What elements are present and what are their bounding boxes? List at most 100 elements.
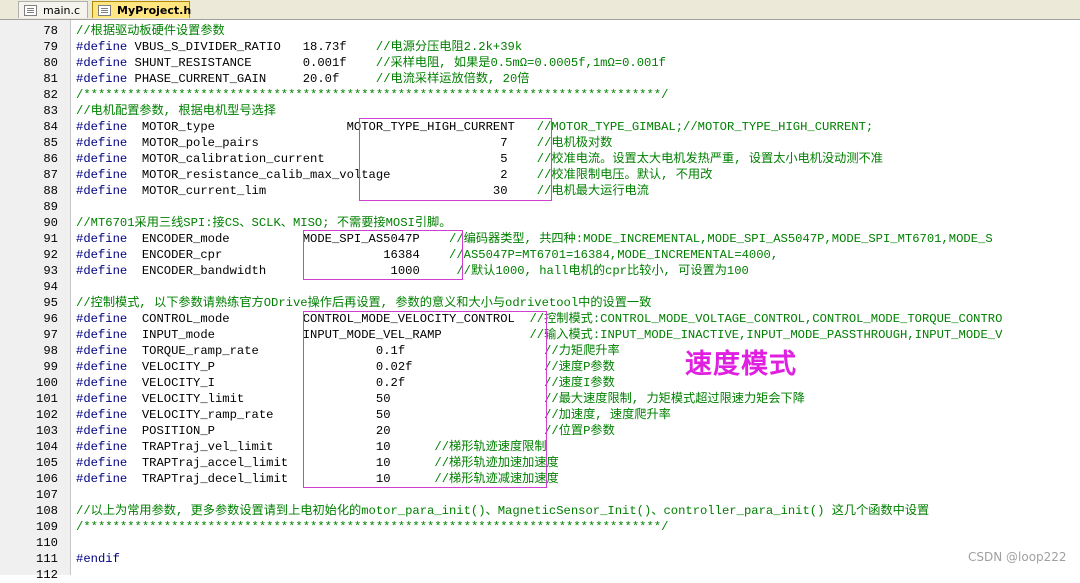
code-token: /***************************************…	[76, 88, 669, 102]
code-text: //控制模式, 以下参数请熟练官方ODrive操作后再设置, 参数的意义和大小与…	[76, 295, 651, 311]
code-token: //MT6701采用三线SPI:接CS、SCLK、MISO; 不需要接MOSI引…	[76, 216, 452, 230]
code-token: #define	[76, 360, 128, 374]
code-token: 0.001f	[302, 56, 347, 70]
line-number: 104	[36, 440, 58, 454]
line-number: 98	[43, 344, 58, 358]
code-line[interactable]: 109 /************************************…	[0, 519, 1080, 535]
code-line[interactable]: 92 #define ENCODER_cpr 16384 //AS5047P=MT…	[0, 247, 1080, 263]
code-token: #define	[76, 312, 128, 326]
code-token: VBUS_S_DIVIDER_RATIO	[127, 40, 303, 54]
code-text: #define VBUS_S_DIVIDER_RATIO 18.73f //电源…	[76, 39, 522, 55]
code-text: /***************************************…	[76, 87, 668, 103]
line-number: 109	[36, 520, 58, 534]
code-token: #define	[76, 376, 128, 390]
code-token: #define	[76, 392, 128, 406]
code-token: #define	[76, 328, 128, 342]
tab-label: main.c	[43, 4, 81, 17]
code-line[interactable]: 112	[0, 567, 1080, 583]
code-line[interactable]: 82 /*************************************…	[0, 87, 1080, 103]
code-text: /***************************************…	[76, 519, 668, 535]
code-editor[interactable]: 78 //根据驱动板硬件设置参数 79 #define VBUS_S_DIVIDER_…	[0, 20, 1080, 582]
code-token: #define	[76, 120, 128, 134]
code-token: //采样电阻, 如果是0.5mΩ=0.0005f,1mΩ=0.001f	[346, 56, 666, 70]
code-line[interactable]: 81 #define PHASE_CURRENT_GAIN 20.0f //电流采…	[0, 71, 1080, 87]
code-token: #define	[76, 456, 128, 470]
highlight-box-motor-params	[359, 118, 552, 201]
line-number: 106	[36, 472, 58, 486]
code-line[interactable]: 89	[0, 199, 1080, 215]
code-token: #define	[76, 344, 128, 358]
code-text: //以上为常用参数, 更多参数设置请到上电初始化的motor_para_init…	[76, 503, 929, 519]
code-line[interactable]: 78 //根据驱动板硬件设置参数	[0, 23, 1080, 39]
line-number: 86	[43, 152, 58, 166]
line-number: 103	[36, 424, 58, 438]
file-icon	[24, 5, 37, 16]
tab-myproject-h[interactable]: MyProject.h	[92, 1, 191, 18]
code-line[interactable]: 111 #endif	[0, 551, 1080, 567]
editor-tab-bar: main.c MyProject.h	[0, 0, 1080, 20]
code-text: //电机配置参数, 根据电机型号选择	[76, 103, 276, 119]
tab-main-c[interactable]: main.c	[18, 1, 88, 18]
watermark: CSDN @loop222	[968, 550, 1067, 564]
code-token: //控制模式, 以下参数请熟练官方ODrive操作后再设置, 参数的意义和大小与…	[76, 296, 652, 310]
code-line[interactable]: 94	[0, 279, 1080, 295]
line-number: 85	[43, 136, 58, 150]
code-token: //控制模式:CONTROL_MODE_VOLTAGE_CONTROL,CONT…	[514, 312, 1003, 326]
code-token: #define	[76, 440, 128, 454]
code-token: //根据驱动板硬件设置参数	[76, 24, 225, 38]
code-line[interactable]: 80 #define SHUNT_RESISTANCE 0.001f //采样电阻…	[0, 55, 1080, 71]
code-line[interactable]: 108 //以上为常用参数, 更多参数设置请到上电初始化的motor_para_i…	[0, 503, 1080, 519]
code-line[interactable]: 91 #define ENCODER_mode MODE_SPI_AS5047P …	[0, 231, 1080, 247]
code-token: //校准电流。设置太大电机发热严重, 设置太小电机没动测不准	[507, 152, 883, 166]
highlight-box-encoder-params	[303, 230, 463, 280]
line-number: 111	[36, 552, 58, 566]
code-token: #define	[76, 184, 128, 198]
code-line[interactable]: 95 //控制模式, 以下参数请熟练官方ODrive操作后再设置, 参数的意义和大…	[0, 295, 1080, 311]
code-text: #endif	[76, 551, 120, 567]
code-token: #define	[76, 472, 128, 486]
code-line[interactable]: 83 //电机配置参数, 根据电机型号选择	[0, 103, 1080, 119]
code-text: //MT6701采用三线SPI:接CS、SCLK、MISO; 不需要接MOSI引…	[76, 215, 451, 231]
code-token: SHUNT_RESISTANCE	[127, 56, 303, 70]
line-number: 81	[43, 72, 58, 86]
code-token: #define	[76, 264, 128, 278]
line-number: 101	[36, 392, 58, 406]
code-line[interactable]: 107	[0, 487, 1080, 503]
code-line[interactable]: 93 #define ENCODER_bandwidth 1000 //默认100…	[0, 263, 1080, 279]
line-number: 83	[43, 104, 58, 118]
line-number: 80	[43, 56, 58, 70]
code-token: #define	[76, 56, 128, 70]
code-token: //AS5047P=MT6701=16384,MODE_INCREMENTAL=…	[419, 248, 779, 262]
line-number: 97	[43, 328, 58, 342]
line-number: 102	[36, 408, 58, 422]
code-line[interactable]: 79 #define VBUS_S_DIVIDER_RATIO 18.73f //…	[0, 39, 1080, 55]
file-icon	[98, 5, 111, 16]
line-number: 100	[36, 376, 58, 390]
line-number: 105	[36, 456, 58, 470]
code-token: #define	[76, 72, 128, 86]
line-number: 96	[43, 312, 58, 326]
line-number: 93	[43, 264, 58, 278]
code-line[interactable]: 110	[0, 535, 1080, 551]
code-token: 18.73f	[302, 40, 347, 54]
code-token: #endif	[76, 552, 120, 566]
code-token: #define	[76, 168, 128, 182]
code-text: //根据驱动板硬件设置参数	[76, 23, 225, 39]
line-number: 90	[43, 216, 58, 230]
code-token: #define	[76, 232, 128, 246]
code-token: #define	[76, 248, 128, 262]
line-number: 110	[36, 536, 58, 550]
line-number: 87	[43, 168, 58, 182]
code-token: //以上为常用参数, 更多参数设置请到上电初始化的motor_para_init…	[76, 504, 930, 518]
line-number: 108	[36, 504, 58, 518]
code-token: #define	[76, 408, 128, 422]
line-number: 88	[43, 184, 58, 198]
code-token: #define	[76, 424, 128, 438]
annotation-velocity-mode: 速度模式	[685, 349, 797, 380]
code-token: #define	[76, 40, 128, 54]
line-number: 82	[43, 88, 58, 102]
code-line[interactable]: 90 //MT6701采用三线SPI:接CS、SCLK、MISO; 不需要接MOS…	[0, 215, 1080, 231]
line-number: 79	[43, 40, 58, 54]
line-number: 112	[36, 568, 58, 582]
code-text: #define SHUNT_RESISTANCE 0.001f //采样电阻, …	[76, 55, 666, 71]
